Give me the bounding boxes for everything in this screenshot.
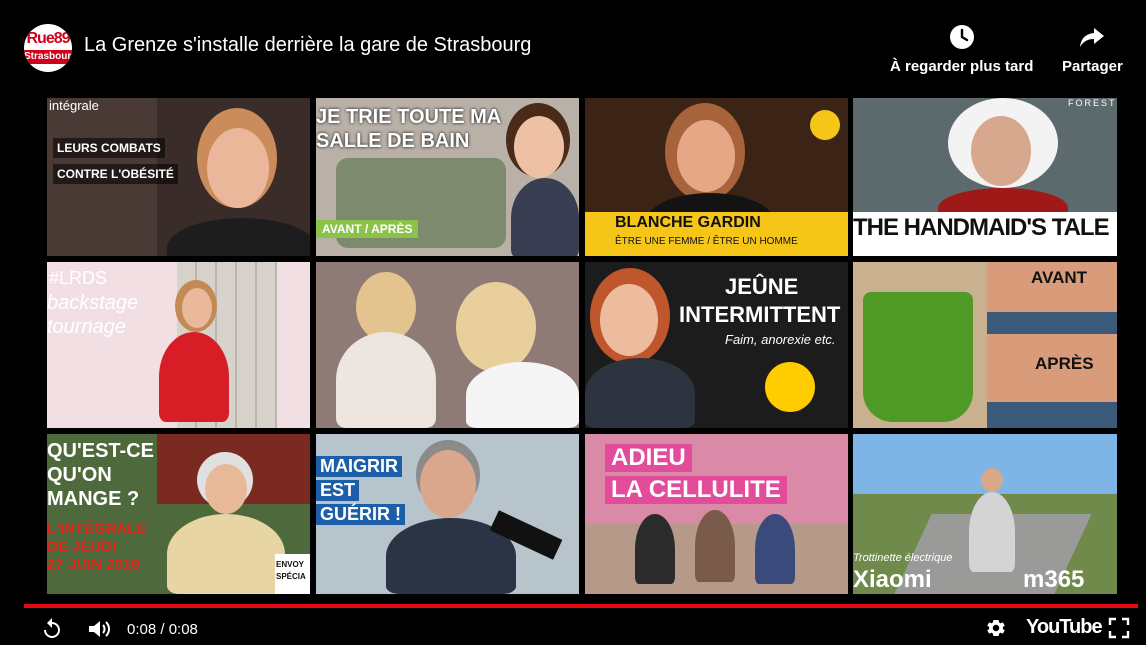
thumbnail-caption: 27 JUIN 2019 (47, 556, 140, 573)
video-thumbnail[interactable]: BLANCHE GARDIN ÊTRE UNE FEMME / ÊTRE UN … (585, 98, 848, 256)
person-body (167, 218, 310, 256)
thumbnail-caption: SALLE DE BAIN (316, 130, 470, 152)
thumbnail-caption: intégrale (49, 98, 99, 113)
thumbnail-caption: SPÉCIA (276, 572, 306, 581)
person-face (981, 468, 1003, 492)
thumbnail-caption: LA CELLULITE (605, 476, 787, 504)
emoji-icon (765, 362, 815, 412)
person-hair (456, 282, 536, 372)
thumbnail-caption: EST (316, 480, 360, 501)
thumbnail-caption: LEURS COMBATS (53, 138, 165, 158)
video-thumbnail[interactable] (316, 262, 579, 428)
video-thumbnail[interactable]: MAIGRIR EST GUÉRIR ! (316, 434, 579, 594)
person-body (159, 332, 229, 422)
thumbnail-caption: ENVOY (276, 560, 305, 569)
progress-bar[interactable] (24, 604, 1138, 608)
video-thumbnail[interactable]: JE TRIE TOUTE MA SALLE DE BAIN AVANT / A… (316, 98, 579, 256)
person-body (695, 510, 735, 582)
video-thumbnail[interactable]: JEÛNE INTERMITTENT Faim, anorexie etc. (585, 262, 848, 428)
juice-glass (863, 292, 973, 422)
person-body (755, 514, 795, 584)
person-face (677, 120, 735, 192)
thumbnail-caption: tournage (47, 316, 126, 338)
fullscreen-icon[interactable] (1108, 617, 1130, 639)
video-thumbnail[interactable]: Trottinette électrique Xiaomi m365 (853, 434, 1117, 594)
person-body (585, 358, 695, 428)
volume-icon[interactable] (86, 617, 112, 641)
share-button[interactable]: Partager (1062, 24, 1123, 75)
thumbnail-caption: BLANCHE GARDIN (615, 214, 761, 231)
video-thumbnail[interactable]: AVANT APRÈS (853, 262, 1117, 428)
video-thumbnail[interactable]: intégrale LEURS COMBATS CONTRE L'OBÉSITÉ (47, 98, 310, 256)
person-face (420, 450, 476, 518)
person-face (182, 288, 212, 328)
replay-icon[interactable] (40, 617, 64, 641)
video-thumbnail[interactable]: QU'EST-CE QU'ON MANGE ? L'INTÉGRALE DE J… (47, 434, 310, 594)
thumbnail-caption: MANGE ? (47, 488, 140, 510)
thumbnail-caption: MAIGRIR (316, 456, 402, 477)
thumbnail-caption: JEÛNE (725, 274, 799, 299)
watch-later-label: À regarder plus tard (890, 58, 1034, 75)
thumbnail-caption: DE JEUDI (47, 538, 117, 555)
logo-text-bottom: Strasbourg (24, 50, 72, 64)
person-body (466, 362, 579, 428)
thumbnail-caption: m365 (1023, 566, 1085, 593)
person-face (514, 116, 564, 178)
thumbnail-caption: #LRDS (49, 268, 108, 288)
video-thumbnail[interactable]: #LRDS backstage tournage (47, 262, 310, 428)
time-display: 0:08 / 0:08 (127, 621, 198, 638)
thumbnail-caption: INTERMITTENT (679, 302, 841, 327)
video-thumbnail[interactable]: FORESTIV THE HANDMAID'S TALE (853, 98, 1117, 256)
video-thumbnail[interactable]: ADIEU LA CELLULITE (585, 434, 848, 594)
channel-logo[interactable]: Rue89 Strasbourg (24, 24, 72, 72)
thumbnail-caption: AVANT (1031, 268, 1088, 287)
share-arrow-icon (1080, 28, 1105, 47)
person-face (205, 464, 247, 514)
thumbnail-caption: THE HANDMAID'S TALE (853, 214, 1110, 241)
person-face (600, 284, 658, 356)
logo-text-top: Rue89 (26, 30, 70, 47)
thumbnail-caption: Trottinette électrique (853, 552, 953, 564)
clock-icon (949, 25, 974, 49)
person-body (336, 332, 436, 428)
thumbnail-caption: QU'ON (47, 464, 112, 486)
youtube-logo[interactable]: YouTube (1026, 616, 1103, 639)
thumbnail-caption: ÊTRE UNE FEMME / ÊTRE UN HOMME (615, 236, 798, 247)
share-label: Partager (1062, 58, 1123, 75)
person-face (207, 128, 269, 208)
thumbnail-caption: CONTRE L'OBÉSITÉ (53, 164, 178, 184)
person-body (167, 514, 285, 594)
jeans-strip (987, 402, 1117, 428)
thumbnail-caption: L'INTÉGRALE (47, 520, 147, 537)
gear-icon[interactable] (985, 617, 1007, 639)
thumbnail-caption: backstage (47, 292, 139, 314)
person-face (971, 116, 1031, 186)
thumbnail-caption: GUÉRIR ! (316, 504, 405, 525)
video-title[interactable]: La Grenze s'installe derrière la gare de… (84, 34, 531, 57)
watch-later-button[interactable]: À regarder plus tard (890, 24, 1033, 75)
thumbnail-caption: QU'EST-CE (47, 440, 154, 462)
person-body (969, 492, 1015, 572)
person-body (511, 178, 579, 256)
thumbnail-caption: Xiaomi (853, 566, 932, 593)
thumbnail-caption: JE TRIE TOUTE MA (316, 106, 502, 128)
logo-icon (810, 110, 840, 140)
end-screen-grid: intégrale LEURS COMBATS CONTRE L'OBÉSITÉ… (47, 98, 1117, 594)
thumbnail-caption: APRÈS (1035, 354, 1094, 373)
thumbnail-caption: FORESTIV (1068, 98, 1117, 108)
thumbnail-caption: Faim, anorexie etc. (725, 332, 836, 347)
thumbnail-caption: ADIEU (605, 444, 692, 472)
thumbnail-caption: AVANT / APRÈS (316, 220, 419, 238)
person-body (635, 514, 675, 584)
jeans-strip (987, 312, 1117, 334)
